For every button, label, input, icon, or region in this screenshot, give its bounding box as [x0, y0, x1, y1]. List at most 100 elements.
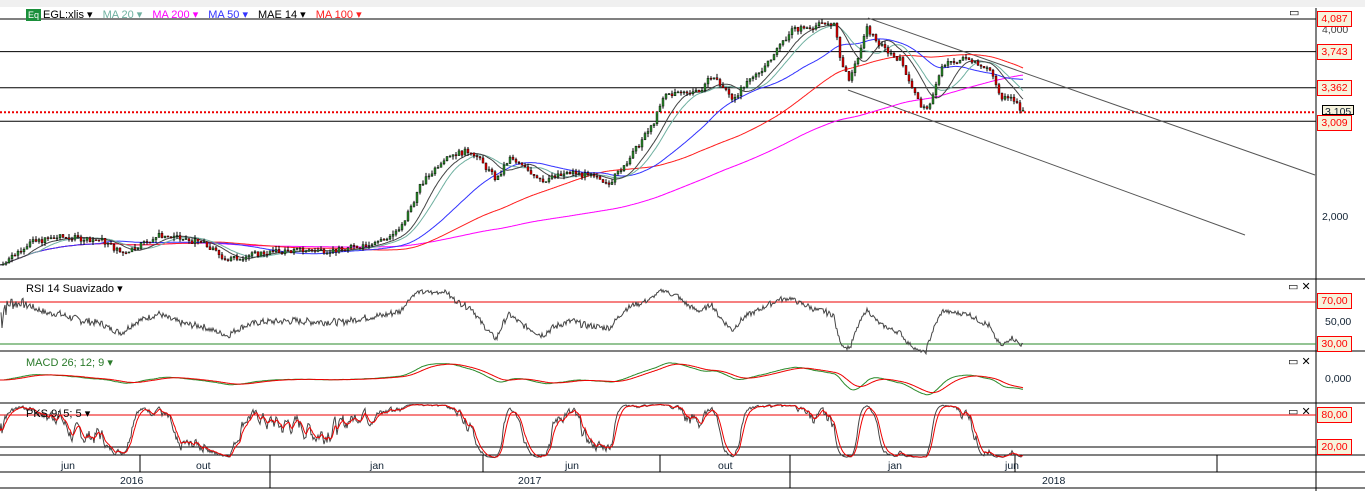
- candle-body: [262, 251, 266, 255]
- candle-body: [790, 28, 794, 35]
- candle-body: [763, 65, 767, 72]
- candle-body: [856, 58, 860, 65]
- candle-body: [940, 66, 944, 76]
- candle-body: [973, 60, 977, 63]
- candle-body: [319, 249, 323, 251]
- candle-body: [802, 26, 806, 29]
- rsi-panel-title[interactable]: RSI 14 Suavizado ▾: [26, 282, 123, 295]
- candle-body: [967, 57, 971, 61]
- candle-body: [73, 235, 77, 240]
- candle-body: [199, 240, 203, 243]
- maximize-icon[interactable]: ▭ ✕: [1288, 405, 1311, 418]
- candle-body: [391, 234, 395, 237]
- candle-body: [715, 77, 719, 80]
- candle-body: [583, 172, 587, 178]
- candle-body: [400, 224, 404, 230]
- candle-body: [409, 206, 413, 212]
- candle-body: [535, 175, 539, 179]
- candle-body: [913, 87, 917, 93]
- candle-body: [481, 157, 485, 164]
- candle-body: [826, 23, 830, 25]
- candle-body: [121, 251, 125, 254]
- candle-body: [904, 65, 908, 75]
- candle-body: [109, 243, 113, 245]
- candle-body: [289, 250, 293, 254]
- ma20-line: [0, 25, 1024, 266]
- candle-body: [526, 166, 530, 171]
- candle-body: [859, 47, 863, 59]
- legend-ma200[interactable]: MA 200 ▾: [152, 8, 198, 21]
- candle-body: [322, 249, 326, 254]
- legend-ma50[interactable]: MA 50 ▾: [208, 8, 248, 21]
- legend-ma20[interactable]: MA 20 ▾: [103, 8, 143, 21]
- candle-body: [196, 238, 200, 242]
- candle-body: [445, 156, 449, 162]
- candle-body: [736, 95, 740, 98]
- candle-body: [847, 71, 851, 81]
- candle-body: [415, 192, 419, 203]
- candle-body: [130, 247, 134, 253]
- candle-body: [241, 259, 245, 261]
- candle-body: [751, 76, 755, 79]
- candle-body: [427, 175, 431, 178]
- candle-body: [133, 247, 137, 250]
- candle-body: [175, 235, 179, 237]
- candle-body: [253, 251, 257, 253]
- candle-body: [589, 174, 593, 176]
- candle-body: [829, 23, 833, 26]
- candle-body: [373, 242, 377, 245]
- candle-body: [337, 247, 341, 253]
- candle-body: [358, 247, 362, 249]
- candle-body: [37, 239, 41, 242]
- candle-body: [928, 103, 932, 109]
- candle-body: [1003, 96, 1007, 100]
- candle-body: [883, 44, 887, 48]
- candle-body: [58, 234, 62, 239]
- macd-panel-title[interactable]: MACD 26; 12; 9 ▾: [26, 356, 113, 369]
- candle-body: [568, 172, 572, 175]
- candle-body: [424, 176, 428, 185]
- candle-body: [367, 245, 371, 247]
- candle-body: [385, 238, 389, 241]
- candle-body: [403, 220, 407, 225]
- candle-body: [823, 22, 827, 25]
- candle-body: [784, 39, 788, 42]
- candle-body: [994, 75, 998, 85]
- legend-ma100[interactable]: MA 100 ▾: [316, 8, 362, 21]
- candle-body: [964, 57, 968, 59]
- candle-body: [430, 173, 434, 177]
- candle-body: [571, 170, 575, 175]
- maximize-icon[interactable]: ▭ ✕: [1288, 355, 1311, 368]
- candle-body: [469, 152, 473, 155]
- candle-body: [157, 233, 161, 238]
- candle-body: [661, 98, 665, 107]
- symbol-label[interactable]: EGL:xlis: [43, 9, 84, 21]
- candle-body: [454, 154, 458, 156]
- legend-mae14[interactable]: MAE 14 ▾: [258, 8, 306, 21]
- candle-body: [211, 247, 215, 250]
- candle-body: [820, 22, 824, 24]
- x-month-label: jan: [888, 460, 903, 472]
- candle-body: [850, 72, 854, 81]
- candle-body: [742, 86, 746, 89]
- maximize-icon[interactable]: ▭ ✕: [1288, 280, 1311, 293]
- candle-body: [187, 238, 191, 242]
- chart-canvas[interactable]: [0, 0, 1365, 491]
- candle-body: [937, 75, 941, 85]
- candle-body: [352, 245, 356, 247]
- maximize-icon[interactable]: ▭: [1289, 6, 1299, 19]
- candle-body: [361, 244, 365, 249]
- candle-body: [628, 157, 632, 165]
- candle-body: [406, 211, 410, 221]
- candle-body: [874, 34, 878, 42]
- pks-panel-title[interactable]: PKS 9; 5; 5 ▾: [26, 407, 90, 420]
- candle-body: [22, 249, 26, 253]
- last-price-tag: 3,105: [1322, 105, 1355, 115]
- candle-body: [265, 253, 269, 256]
- candle-body: [643, 133, 647, 140]
- candle-body: [1006, 96, 1010, 99]
- candle-body: [766, 60, 770, 67]
- candle-body: [679, 91, 683, 94]
- candle-body: [505, 163, 509, 166]
- candle-body: [118, 247, 122, 253]
